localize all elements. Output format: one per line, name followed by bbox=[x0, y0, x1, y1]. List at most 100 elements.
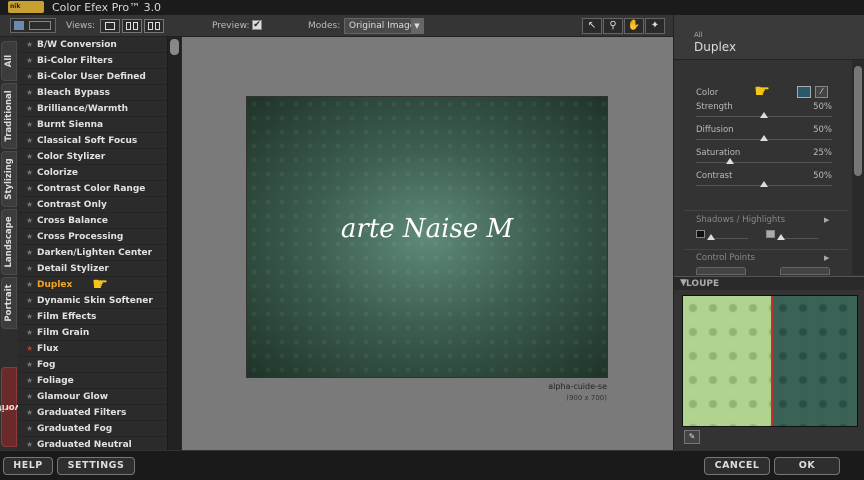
star-icon[interactable]: ★ bbox=[26, 405, 37, 421]
hand-tool-button[interactable]: ✋ bbox=[624, 18, 644, 34]
list-item[interactable]: ★ Colorize bbox=[18, 165, 167, 181]
star-icon[interactable]: ★ bbox=[26, 133, 37, 149]
list-item[interactable]: ★ Brilliance/Warmth bbox=[18, 101, 167, 117]
filter-label: Bi-Color Filters bbox=[37, 56, 113, 66]
list-item[interactable]: ★ Graduated Filters bbox=[18, 405, 167, 421]
list-item[interactable]: ★ Fog bbox=[18, 357, 167, 373]
list-item[interactable]: ★ Cross Balance bbox=[18, 213, 167, 229]
list-item[interactable]: ★ B/W Conversion bbox=[18, 37, 167, 53]
modes-select[interactable]: Original Image ▼ bbox=[344, 18, 424, 34]
star-icon[interactable]: ★ bbox=[26, 229, 37, 245]
list-item[interactable]: ★ Film Effects bbox=[18, 309, 167, 325]
star-icon[interactable]: ★ bbox=[26, 197, 37, 213]
panel-scrollbar-thumb[interactable] bbox=[854, 66, 862, 176]
star-icon[interactable]: ★ bbox=[26, 101, 37, 117]
star-icon[interactable]: ★ bbox=[26, 53, 37, 69]
star-icon-favorite[interactable]: ★ bbox=[26, 341, 37, 357]
list-item[interactable]: ★ Burnt Sienna bbox=[18, 117, 167, 133]
list-item[interactable]: ★Graduated Neutral Density bbox=[18, 437, 167, 450]
settings-button[interactable]: SETTINGS bbox=[57, 457, 135, 475]
tab-portrait[interactable]: Portrait bbox=[1, 277, 17, 329]
shadows-slider-thumb[interactable] bbox=[707, 234, 715, 240]
pointer-tool-button[interactable]: ↖ bbox=[582, 18, 602, 34]
star-icon[interactable]: ★ bbox=[26, 181, 37, 197]
highlight-swatch[interactable] bbox=[766, 230, 775, 238]
list-item[interactable]: ★ Graduated Fog bbox=[18, 421, 167, 437]
saturation-slider-thumb[interactable] bbox=[726, 158, 734, 164]
star-icon[interactable]: ★ bbox=[26, 213, 37, 229]
remove-control-point-button[interactable] bbox=[780, 267, 830, 275]
cancel-button[interactable]: CANCEL bbox=[704, 457, 770, 475]
divider bbox=[684, 249, 849, 250]
scrollbar-thumb[interactable] bbox=[170, 39, 179, 55]
side-by-side-view-button[interactable] bbox=[144, 19, 164, 33]
saturation-slider-track[interactable] bbox=[696, 162, 832, 163]
tab-traditional[interactable]: Traditional bbox=[1, 83, 17, 149]
star-icon[interactable]: ★ bbox=[26, 373, 37, 389]
loupe-header[interactable]: ▼ LOUPE bbox=[674, 276, 864, 290]
star-icon[interactable]: ★ bbox=[26, 261, 37, 277]
list-item[interactable]: ★ Cross Processing bbox=[18, 229, 167, 245]
filter-label: Foliage bbox=[37, 376, 74, 386]
list-item[interactable]: ★ Contrast Color Range bbox=[18, 181, 167, 197]
tab-favorites[interactable]: ★ Favorites bbox=[0, 367, 31, 447]
tab-landscape[interactable]: Landscape bbox=[1, 209, 17, 275]
list-item[interactable]: ★ Darken/Lighten Center bbox=[18, 245, 167, 261]
eyedropper-button[interactable]: ⁄ bbox=[815, 86, 828, 98]
list-item[interactable]: ★ Dynamic Skin Softener bbox=[18, 293, 167, 309]
star-icon[interactable]: ★ bbox=[26, 149, 37, 165]
tab-stylizing[interactable]: Stylizing bbox=[1, 151, 17, 207]
star-icon[interactable]: ★ bbox=[26, 421, 37, 437]
star-icon[interactable]: ★ bbox=[26, 69, 37, 85]
list-item[interactable]: ★ Classical Soft Focus bbox=[18, 133, 167, 149]
help-button[interactable]: HELP bbox=[3, 457, 53, 475]
highlights-slider-thumb[interactable] bbox=[777, 234, 785, 240]
shadow-swatch[interactable] bbox=[696, 230, 705, 238]
star-icon[interactable]: ★ bbox=[26, 293, 37, 309]
loupe-view[interactable] bbox=[682, 295, 858, 427]
light-tool-button[interactable]: ✦ bbox=[645, 18, 665, 34]
list-item[interactable]: ★ Bi-Color User Defined bbox=[18, 69, 167, 85]
star-icon[interactable]: ★ bbox=[26, 37, 37, 53]
add-control-point-button[interactable] bbox=[696, 267, 746, 275]
panel-scrollbar[interactable] bbox=[852, 60, 864, 275]
list-item[interactable]: ★ Foliage bbox=[18, 373, 167, 389]
chevron-right-icon[interactable]: ▶ bbox=[824, 216, 829, 224]
preview-image[interactable]: arte Naise M bbox=[247, 97, 607, 377]
star-icon[interactable]: ★ bbox=[26, 117, 37, 133]
star-icon[interactable]: ★ bbox=[26, 165, 37, 181]
diffusion-slider-thumb[interactable] bbox=[760, 135, 768, 141]
preview-area[interactable]: arte Naise M alpha-cuide-se (900 x 700) bbox=[182, 37, 673, 450]
list-item[interactable]: ★ Film Grain bbox=[18, 325, 167, 341]
single-view-button[interactable] bbox=[100, 19, 120, 33]
list-item[interactable]: ★ Color Stylizer bbox=[18, 149, 167, 165]
preview-checkbox[interactable]: ✔ bbox=[252, 20, 262, 30]
star-icon[interactable]: ★ bbox=[26, 437, 37, 450]
star-icon[interactable]: ★ bbox=[26, 309, 37, 325]
layout-toggle-button[interactable] bbox=[10, 18, 56, 33]
star-icon[interactable]: ★ bbox=[26, 357, 37, 373]
filter-list-scrollbar[interactable] bbox=[168, 37, 181, 450]
loupe-pin-button[interactable]: ✎ bbox=[684, 430, 700, 444]
color-swatch[interactable] bbox=[797, 86, 811, 98]
list-item[interactable]: ★ Contrast Only bbox=[18, 197, 167, 213]
single-view-icon bbox=[105, 22, 115, 30]
tab-all[interactable]: All bbox=[1, 41, 17, 81]
list-item[interactable]: ★ Bleach Bypass bbox=[18, 85, 167, 101]
strength-slider-thumb[interactable] bbox=[760, 112, 768, 118]
star-icon[interactable]: ★ bbox=[26, 245, 37, 261]
list-item[interactable]: ★ Flux bbox=[18, 341, 167, 357]
chevron-right-icon[interactable]: ▶ bbox=[824, 254, 829, 262]
star-icon[interactable]: ★ bbox=[26, 277, 37, 293]
list-item[interactable]: ★ Glamour Glow bbox=[18, 389, 167, 405]
ok-button[interactable]: OK bbox=[774, 457, 840, 475]
zoom-tool-button[interactable]: ⚲ bbox=[603, 18, 623, 34]
control-points-header[interactable]: Control Points bbox=[696, 253, 755, 263]
split-view-button[interactable] bbox=[122, 19, 142, 33]
star-icon[interactable]: ★ bbox=[26, 325, 37, 341]
star-icon[interactable]: ★ bbox=[26, 389, 37, 405]
list-item[interactable]: ★ Bi-Color Filters bbox=[18, 53, 167, 69]
contrast-slider-thumb[interactable] bbox=[760, 181, 768, 187]
star-icon[interactable]: ★ bbox=[26, 85, 37, 101]
shadows-highlights-header[interactable]: Shadows / Highlights bbox=[696, 215, 785, 225]
